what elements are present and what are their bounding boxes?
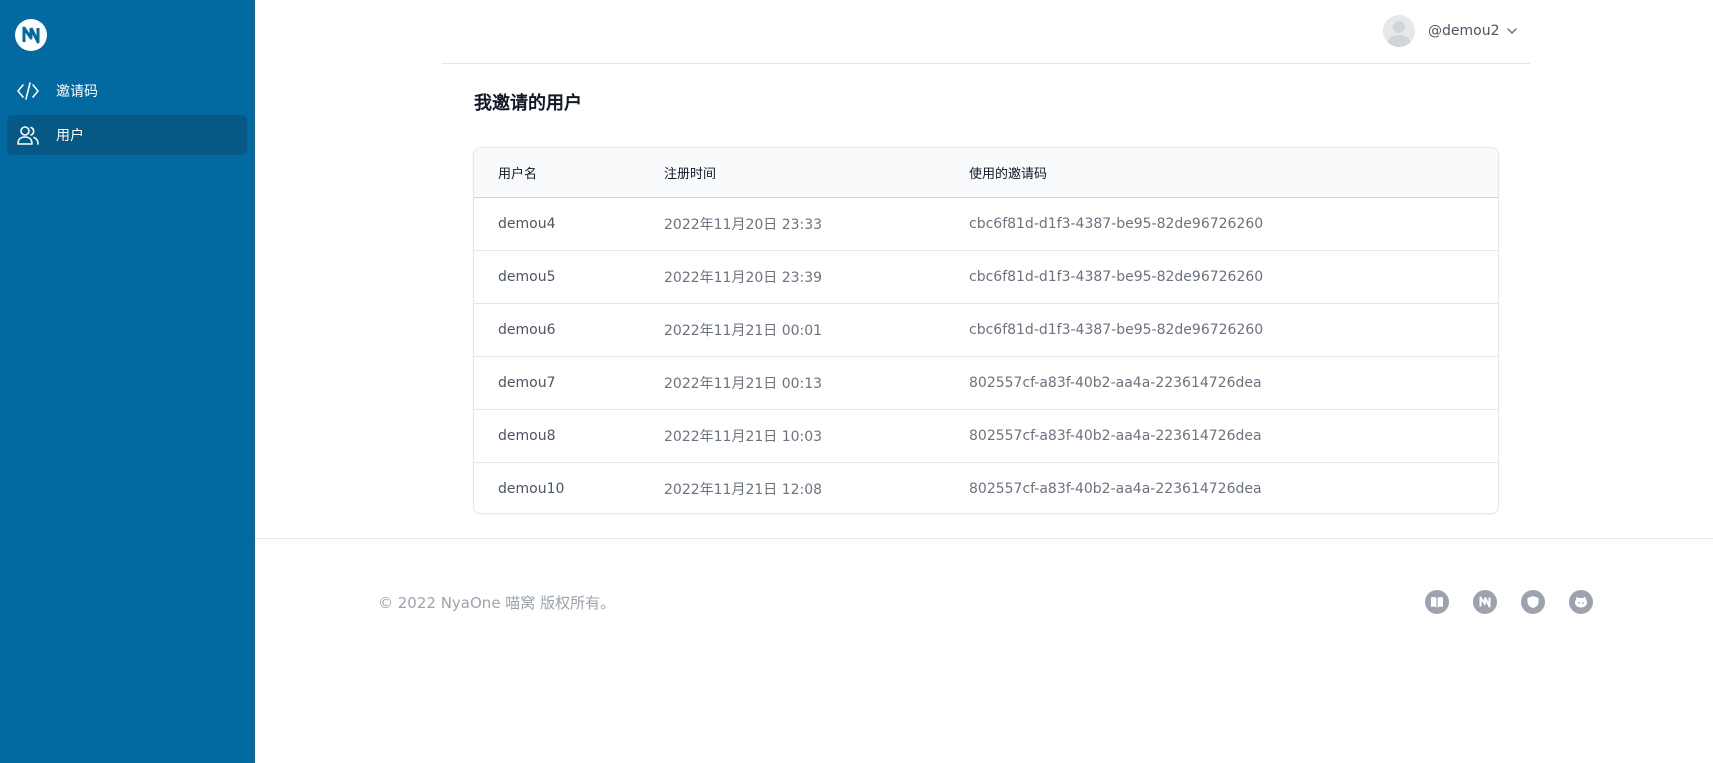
footer-divider [255,538,1713,539]
table-row: demou6 2022年11月21日 00:01 cbc6f81d-d1f3-4… [474,302,1498,356]
github-icon[interactable] [1569,590,1593,614]
cell-invite-code: 802557cf-a83f-40b2-aa4a-223614726dea [969,355,1498,409]
table-row: demou7 2022年11月21日 00:13 802557cf-a83f-4… [474,355,1498,409]
sidebar-item-label: 邀请码 [56,84,98,100]
header-divider [442,63,1530,64]
sidebar-item-invite-codes[interactable]: 邀请码 [7,71,247,111]
cell-username: demou7 [474,355,664,409]
cell-username: demou5 [474,249,664,303]
nyaone-logo-icon[interactable] [15,19,47,51]
sidebar-item-users[interactable]: 用户 [7,115,247,155]
sidebar: 邀请码 用户 [0,0,255,763]
table-header-row: 用户名 注册时间 使用的邀请码 [474,148,1498,198]
table-row: demou8 2022年11月21日 10:03 802557cf-a83f-4… [474,408,1498,462]
cell-invite-code: cbc6f81d-d1f3-4387-be95-82de96726260 [969,249,1498,303]
cell-registered-time: 2022年11月21日 12:08 [664,461,969,513]
table-row: demou5 2022年11月20日 23:39 cbc6f81d-d1f3-4… [474,249,1498,303]
cell-registered-time: 2022年11月20日 23:39 [664,249,969,303]
code-icon [15,79,41,103]
shield-icon[interactable] [1521,590,1545,614]
cell-invite-code: 802557cf-a83f-40b2-aa4a-223614726dea [969,408,1498,462]
cell-registered-time: 2022年11月21日 00:13 [664,355,969,409]
cell-registered-time: 2022年11月21日 00:01 [664,302,969,356]
column-header-username: 用户名 [474,148,664,198]
cell-invite-code: cbc6f81d-d1f3-4387-be95-82de96726260 [969,302,1498,356]
cell-username: demou8 [474,408,664,462]
column-header-registered-time: 注册时间 [664,148,969,198]
username-label: @demou2 [1428,23,1500,39]
cell-username: demou10 [474,461,664,513]
column-header-invite-code: 使用的邀请码 [969,148,1498,198]
table-row: demou4 2022年11月20日 23:33 cbc6f81d-d1f3-4… [474,197,1498,250]
cell-username: demou4 [498,215,556,232]
cell-invite-code: 802557cf-a83f-40b2-aa4a-223614726dea [969,461,1498,513]
table-row: demou10 2022年11月21日 12:08 802557cf-a83f-… [474,461,1498,513]
nyaone-logo-icon[interactable] [1473,590,1497,614]
avatar-placeholder-icon [1383,15,1415,47]
cell-username: demou6 [474,302,664,356]
chevron-down-icon [1506,24,1520,38]
copyright-text: © 2022 NyaOne 喵窝 版权所有。 [378,594,616,612]
cell-registered-time: 2022年11月20日 23:33 [664,216,823,233]
user-menu[interactable]: @demou2 [1383,15,1520,47]
cell-invite-code: cbc6f81d-d1f3-4387-be95-82de96726260 [969,215,1264,232]
invited-users-table: 用户名 注册时间 使用的邀请码 demou4 2022年11月20日 23:33… [473,147,1499,514]
cell-registered-time: 2022年11月21日 10:03 [664,408,969,462]
page-title: 我邀请的用户 [474,93,582,114]
sidebar-item-label: 用户 [56,128,84,144]
users-icon [15,123,41,147]
book-icon[interactable] [1425,590,1449,614]
